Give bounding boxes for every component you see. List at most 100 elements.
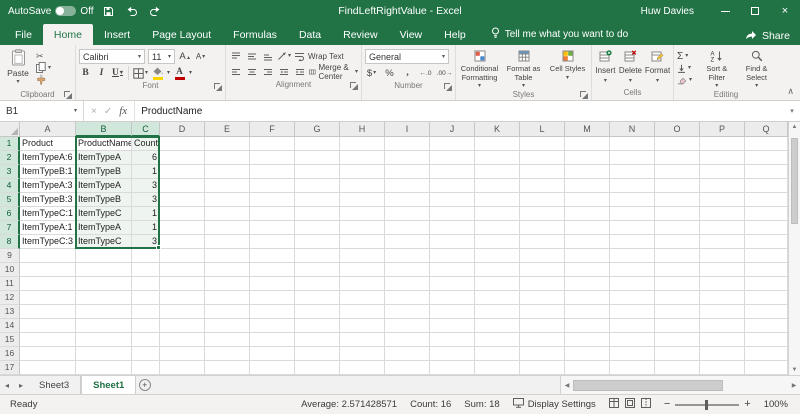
cell-P14[interactable] xyxy=(700,319,745,333)
cell-J11[interactable] xyxy=(430,277,475,291)
cell-E8[interactable] xyxy=(205,235,250,249)
cell-E1[interactable] xyxy=(205,137,250,151)
formula-input[interactable]: ProductName xyxy=(135,101,784,121)
cell-C16[interactable] xyxy=(132,347,160,361)
cell-O3[interactable] xyxy=(655,165,700,179)
column-header-I[interactable]: I xyxy=(385,122,430,137)
cell-M14[interactable] xyxy=(565,319,610,333)
cell-O10[interactable] xyxy=(655,263,700,277)
cell-J3[interactable] xyxy=(430,165,475,179)
cell-M16[interactable] xyxy=(565,347,610,361)
cell-J17[interactable] xyxy=(430,361,475,375)
cell-E14[interactable] xyxy=(205,319,250,333)
page-layout-view-icon[interactable] xyxy=(624,398,635,411)
enter-icon[interactable]: ✓ xyxy=(104,106,112,117)
cell-A5[interactable]: ItemTypeB:3 xyxy=(20,193,76,207)
cell-J15[interactable] xyxy=(430,333,475,347)
cell-G16[interactable] xyxy=(295,347,340,361)
cell-L15[interactable] xyxy=(520,333,565,347)
scroll-right-icon[interactable]: ▶ xyxy=(788,382,800,389)
cell-J13[interactable] xyxy=(430,305,475,319)
conditional-formatting-button[interactable]: Conditional Formatting ▾ xyxy=(459,47,500,89)
cell-I1[interactable] xyxy=(385,137,430,151)
cell-G12[interactable] xyxy=(295,291,340,305)
cell-Q17[interactable] xyxy=(745,361,788,375)
column-header-B[interactable]: B xyxy=(76,122,132,137)
cell-M6[interactable] xyxy=(565,207,610,221)
scroll-left-icon[interactable]: ◀ xyxy=(561,382,573,389)
cell-A2[interactable]: ItemTypeA:6 xyxy=(20,151,76,165)
cell-O7[interactable] xyxy=(655,221,700,235)
cell-H8[interactable] xyxy=(340,235,385,249)
cell-B16[interactable] xyxy=(76,347,132,361)
cell-E7[interactable] xyxy=(205,221,250,235)
cell-E15[interactable] xyxy=(205,333,250,347)
column-header-C[interactable]: C xyxy=(132,122,160,137)
cell-D13[interactable] xyxy=(160,305,205,319)
cell-I2[interactable] xyxy=(385,151,430,165)
cell-P8[interactable] xyxy=(700,235,745,249)
cell-J5[interactable] xyxy=(430,193,475,207)
cell-D17[interactable] xyxy=(160,361,205,375)
font-color-button[interactable]: A xyxy=(173,66,186,80)
cell-Q2[interactable] xyxy=(745,151,788,165)
cell-I14[interactable] xyxy=(385,319,430,333)
cell-B7[interactable]: ItemTypeA xyxy=(76,221,132,235)
cell-D4[interactable] xyxy=(160,179,205,193)
cell-I12[interactable] xyxy=(385,291,430,305)
cell-M8[interactable] xyxy=(565,235,610,249)
increase-font-icon[interactable]: A ▾ xyxy=(178,50,191,64)
borders-button[interactable]: ▾ xyxy=(133,66,148,80)
select-all-button[interactable] xyxy=(0,122,20,137)
cell-N1[interactable] xyxy=(610,137,655,151)
accounting-format-button[interactable]: $ ▾ xyxy=(365,66,378,80)
underline-button[interactable]: U ▾ xyxy=(111,66,124,80)
redo-icon[interactable] xyxy=(147,3,163,19)
row-header-16[interactable]: 16 xyxy=(0,347,20,361)
cell-L1[interactable] xyxy=(520,137,565,151)
cell-H11[interactable] xyxy=(340,277,385,291)
column-header-H[interactable]: H xyxy=(340,122,385,137)
column-header-D[interactable]: D xyxy=(160,122,205,137)
cell-E4[interactable] xyxy=(205,179,250,193)
cell-Q9[interactable] xyxy=(745,249,788,263)
cell-D2[interactable] xyxy=(160,151,205,165)
page-break-view-icon[interactable] xyxy=(640,398,651,411)
cell-L8[interactable] xyxy=(520,235,565,249)
cell-A13[interactable] xyxy=(20,305,76,319)
cell-M2[interactable] xyxy=(565,151,610,165)
cell-J10[interactable] xyxy=(430,263,475,277)
cell-D12[interactable] xyxy=(160,291,205,305)
sort-filter-button[interactable]: AZ Sort & Filter ▾ xyxy=(698,47,735,89)
cell-Q11[interactable] xyxy=(745,277,788,291)
cell-H12[interactable] xyxy=(340,291,385,305)
row-header-10[interactable]: 10 xyxy=(0,263,20,277)
cell-N13[interactable] xyxy=(610,305,655,319)
expand-formula-bar-icon[interactable]: ▾ xyxy=(784,101,800,121)
cell-C4[interactable]: 3 xyxy=(132,179,160,193)
cell-D8[interactable] xyxy=(160,235,205,249)
cell-P9[interactable] xyxy=(700,249,745,263)
cell-L14[interactable] xyxy=(520,319,565,333)
row-header-17[interactable]: 17 xyxy=(0,361,20,375)
cell-O12[interactable] xyxy=(655,291,700,305)
cell-C11[interactable] xyxy=(132,277,160,291)
cell-C13[interactable] xyxy=(132,305,160,319)
cell-J8[interactable] xyxy=(430,235,475,249)
cell-K9[interactable] xyxy=(475,249,520,263)
cell-D5[interactable] xyxy=(160,193,205,207)
cell-F11[interactable] xyxy=(250,277,295,291)
cell-B17[interactable] xyxy=(76,361,132,375)
decrease-indent-icon[interactable] xyxy=(277,65,290,79)
cell-I10[interactable] xyxy=(385,263,430,277)
zoom-slider[interactable] xyxy=(675,399,740,410)
autosave-toggle[interactable]: AutoSave Off xyxy=(8,6,94,17)
cell-G8[interactable] xyxy=(295,235,340,249)
percent-style-button[interactable]: % xyxy=(383,66,396,80)
tab-help[interactable]: Help xyxy=(433,24,477,45)
cell-D7[interactable] xyxy=(160,221,205,235)
cell-P6[interactable] xyxy=(700,207,745,221)
column-header-J[interactable]: J xyxy=(430,122,475,137)
cell-E10[interactable] xyxy=(205,263,250,277)
display-settings-button[interactable]: Display Settings xyxy=(512,398,596,411)
